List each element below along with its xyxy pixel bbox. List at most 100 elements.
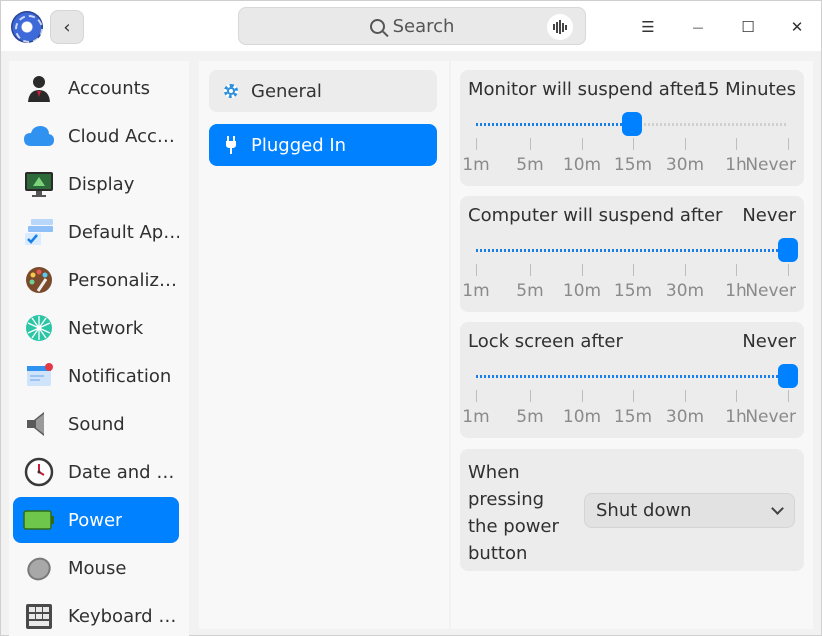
sidebar-item-label: Notification: [68, 365, 172, 387]
slider-fill: [476, 375, 788, 378]
plugged-in-settings: Monitor will suspend after 15 Minutes 1m…: [451, 61, 813, 629]
slider-tick: [685, 264, 686, 276]
computer-suspend-value: Never: [742, 205, 796, 226]
search-icon: [369, 18, 385, 34]
subnav-item-label: Plugged In: [251, 134, 347, 156]
cloud-icon: [23, 120, 55, 152]
slider-handle[interactable]: [778, 238, 798, 262]
slider-tick-label: 1h: [725, 407, 747, 427]
voice-input-icon[interactable]: [547, 14, 573, 40]
control-center-window: ‹ Search ☰ — ☐ ✕ Accounts Cloud Acc… Dis…: [0, 0, 822, 636]
sidebar-item-date-time[interactable]: Date and …: [13, 449, 179, 495]
chevron-left-icon: ‹: [63, 16, 71, 38]
clock-icon: [23, 456, 55, 488]
slider-handle[interactable]: [778, 364, 798, 388]
slider-tick-label: 10m: [562, 281, 602, 301]
power-subnav: General Plugged In: [199, 61, 449, 629]
sidebar-item-power[interactable]: Power: [13, 497, 179, 543]
battery-icon: [23, 504, 55, 536]
sidebar-item-label: Keyboard …: [68, 605, 177, 627]
subnav-item-label: General: [251, 80, 322, 102]
maximize-button[interactable]: ☐: [731, 10, 765, 44]
slider-handle[interactable]: [622, 112, 642, 136]
gear-icon: [224, 84, 238, 98]
slider-tick: [685, 390, 686, 402]
monitor-suspend-value: 15 Minutes: [696, 79, 796, 100]
chevron-down-icon: [771, 502, 784, 515]
slider-tick-label: 15m: [613, 281, 653, 301]
sidebar-item-label: Mouse: [68, 557, 127, 579]
slider-tick-label: 1h: [725, 281, 747, 301]
slider-tick: [788, 390, 789, 402]
lock-screen-slider[interactable]: [476, 364, 798, 388]
sidebar-item-label: Cloud Acc…: [68, 125, 175, 147]
slider-tick: [788, 264, 789, 276]
computer-suspend-card: Computer will suspend after Never 1m 5m 10…: [460, 196, 804, 312]
slider-tick: [582, 138, 583, 150]
slider-tick-label: 10m: [562, 155, 602, 175]
sidebar-item-network[interactable]: Network: [13, 305, 179, 351]
sidebar-item-keyboard[interactable]: Keyboard …: [13, 593, 179, 636]
slider-fill: [476, 123, 632, 126]
sidebar-item-label: Personaliz…: [68, 269, 177, 291]
slider-tick: [582, 264, 583, 276]
slider-tick: [582, 390, 583, 402]
power-button-selected: Shut down: [596, 500, 692, 521]
notification-icon: [23, 360, 55, 392]
power-button-card: When pressing the power button Shut down: [460, 449, 804, 571]
slider-tick: [476, 138, 477, 150]
sidebar-item-default-apps[interactable]: Default Ap…: [13, 209, 179, 255]
slider-tick: [530, 264, 531, 276]
search-input[interactable]: Search: [238, 7, 586, 45]
sidebar-item-label: Power: [68, 509, 123, 531]
slider-tick-label: Never: [745, 281, 796, 301]
slider-tick: [633, 264, 634, 276]
slider-tick: [633, 390, 634, 402]
slider-tick-label: 5m: [516, 407, 544, 427]
slider-tick-label: 30m: [665, 407, 705, 427]
subnav-item-general[interactable]: General: [209, 70, 437, 112]
minimize-button[interactable]: —: [681, 10, 715, 44]
sidebar-item-display[interactable]: Display: [13, 161, 179, 207]
slider-fill: [476, 249, 788, 252]
close-button[interactable]: ✕: [780, 10, 814, 44]
slider-tick: [736, 390, 737, 402]
mouse-icon: [23, 552, 55, 584]
computer-suspend-title: Computer will suspend after: [468, 205, 723, 226]
network-icon: [23, 312, 55, 344]
sidebar-item-sound[interactable]: Sound: [13, 401, 179, 447]
subnav-item-plugged-in[interactable]: Plugged In: [209, 124, 437, 166]
minimize-icon: —: [692, 20, 704, 34]
slider-tick-label: 5m: [516, 281, 544, 301]
display-icon: [23, 168, 55, 200]
sidebar-item-personalization[interactable]: Personaliz…: [13, 257, 179, 303]
slider-tick-label: Never: [745, 155, 796, 175]
slider-tick-label: 30m: [665, 155, 705, 175]
sidebar-item-label: Date and …: [68, 461, 175, 483]
slider-tick: [736, 138, 737, 150]
sidebar-item-accounts[interactable]: Accounts: [13, 65, 179, 111]
monitor-suspend-card: Monitor will suspend after 15 Minutes 1m…: [460, 70, 804, 186]
slider-tick-label: 15m: [613, 407, 653, 427]
sidebar-item-label: Display: [68, 173, 135, 195]
sidebar-item-label: Accounts: [68, 77, 151, 99]
lock-screen-title: Lock screen after: [468, 331, 623, 352]
slider-tick-label: 1m: [462, 155, 490, 175]
computer-suspend-slider[interactable]: [476, 238, 798, 262]
accounts-icon: [23, 72, 55, 104]
sidebar-item-mouse[interactable]: Mouse: [13, 545, 179, 591]
slider-tick-label: 15m: [613, 155, 653, 175]
search-placeholder: Search: [392, 15, 455, 37]
close-icon: ✕: [790, 18, 804, 36]
sidebar-item-notification[interactable]: Notification: [13, 353, 179, 399]
power-button-action-select[interactable]: Shut down: [584, 493, 795, 528]
slider-tick: [685, 138, 686, 150]
plug-icon: [226, 136, 236, 154]
slider-tick: [633, 138, 634, 150]
menu-button[interactable]: ☰: [631, 10, 665, 44]
back-button[interactable]: ‹: [50, 10, 84, 44]
monitor-suspend-slider[interactable]: [476, 112, 788, 136]
sidebar-item-cloud-account[interactable]: Cloud Acc…: [13, 113, 179, 159]
speaker-icon: [23, 408, 55, 440]
palette-icon: [23, 264, 55, 296]
